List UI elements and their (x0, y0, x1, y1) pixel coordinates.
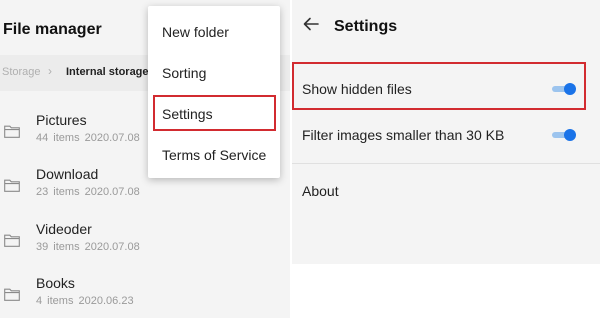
menu-item-new-folder[interactable]: New folder (162, 24, 229, 40)
settings-panel: Settings Show hidden files Filter images… (292, 0, 600, 318)
folder-icon (4, 288, 20, 301)
file-name: Books (36, 275, 75, 291)
item-count: 44 items (36, 132, 80, 144)
toggle-knob (564, 129, 576, 141)
settings-highlight-frame (153, 95, 276, 131)
filter-images-toggle[interactable] (552, 128, 578, 142)
menu-item-sorting[interactable]: Sorting (162, 65, 206, 81)
breadcrumb-internal-storage[interactable]: Internal storage (66, 66, 149, 78)
file-name: Download (36, 166, 99, 182)
menu-item-terms-of-service[interactable]: Terms of Service (162, 147, 266, 163)
section-divider (292, 163, 600, 164)
folder-icon (4, 125, 20, 138)
item-count: 23 items (36, 186, 80, 198)
folder-icon (4, 179, 20, 192)
folder-icon (4, 234, 20, 247)
show-hidden-files-highlight-frame (292, 62, 586, 110)
settings-title: Settings (334, 18, 398, 35)
breadcrumb-storage[interactable]: Storage (2, 66, 41, 78)
overflow-menu: New folder Sorting Settings Terms of Ser… (148, 6, 280, 178)
file-manager-panel: File manager Storage › Internal storage … (0, 0, 290, 318)
file-name: Videoder (36, 221, 92, 237)
list-item[interactable]: Books 4 items 2020.06.23 (0, 275, 290, 318)
file-meta: 23 items 2020.07.08 (36, 186, 140, 198)
item-date: 2020.06.23 (78, 295, 134, 307)
item-date: 2020.07.08 (84, 132, 140, 144)
file-meta: 44 items 2020.07.08 (36, 132, 140, 144)
file-name: Pictures (36, 112, 87, 128)
file-meta: 39 items 2020.07.08 (36, 241, 140, 253)
list-item[interactable]: Videoder 39 items 2020.07.08 (0, 221, 290, 275)
item-count: 4 items (36, 295, 74, 307)
page-title: File manager (3, 21, 102, 38)
item-count: 39 items (36, 241, 80, 253)
item-date: 2020.07.08 (84, 241, 140, 253)
setting-about[interactable]: About (302, 183, 339, 199)
setting-filter-images-label: Filter images smaller than 30 KB (302, 127, 505, 143)
item-date: 2020.07.08 (84, 186, 140, 198)
breadcrumb-separator-icon: › (48, 64, 52, 78)
back-arrow-icon[interactable] (302, 15, 320, 33)
file-meta: 4 items 2020.06.23 (36, 295, 134, 307)
